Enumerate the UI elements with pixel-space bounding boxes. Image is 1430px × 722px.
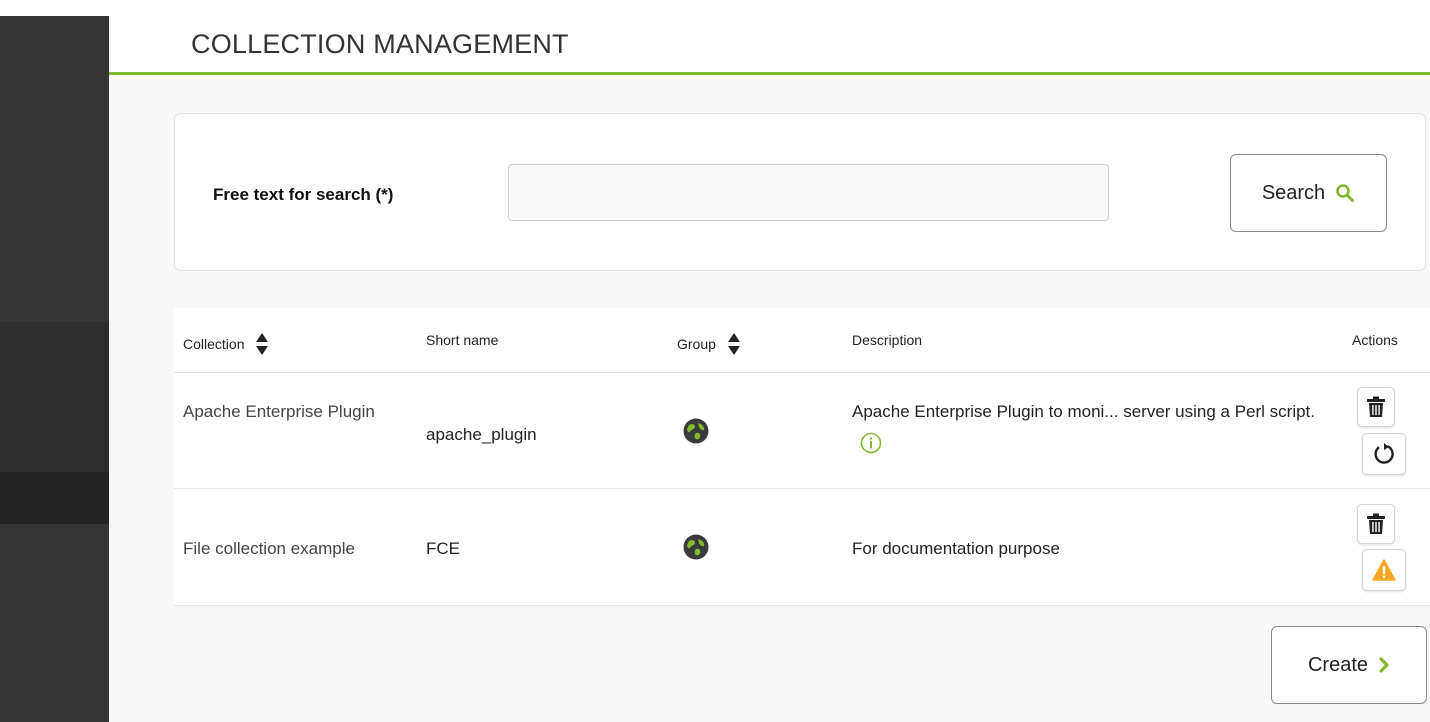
page-title: COLLECTION MANAGEMENT: [191, 29, 569, 59]
search-label: Free text for search (*): [213, 185, 394, 204]
delete-button[interactable]: [1357, 504, 1395, 544]
collections-table: Collection Short name Group Description …: [174, 308, 1430, 606]
refresh-button[interactable]: [1362, 433, 1406, 475]
collection-name[interactable]: File collection example: [183, 534, 423, 564]
table-row: Apache Enterprise Plugin apache_plugin A…: [174, 373, 1430, 489]
search-icon: [1336, 184, 1355, 202]
globe-icon: [683, 418, 709, 444]
chevron-right-icon: [1379, 657, 1389, 673]
description: For documentation purpose: [852, 539, 1060, 558]
top-strip: [109, 0, 1430, 16]
column-header-actions: Actions: [1352, 332, 1398, 348]
collection-name[interactable]: Apache Enterprise Plugin: [183, 397, 383, 427]
search-panel: Free text for search (*) Search: [174, 113, 1426, 271]
warning-button[interactable]: [1362, 549, 1406, 591]
delete-button[interactable]: [1357, 387, 1395, 427]
column-header-group[interactable]: Group: [677, 332, 740, 356]
trash-icon: [1367, 513, 1385, 534]
column-header-collection[interactable]: Collection: [183, 332, 269, 356]
warning-icon: [1372, 559, 1396, 581]
description: Apache Enterprise Plugin to moni... serv…: [852, 397, 1332, 457]
sort-icon[interactable]: [727, 332, 740, 356]
create-button[interactable]: Create: [1271, 626, 1427, 704]
search-button[interactable]: Search: [1230, 154, 1387, 232]
sort-icon[interactable]: [256, 332, 269, 356]
sidebar-section[interactable]: [0, 322, 109, 472]
search-button-label: Search: [1261, 181, 1326, 204]
table-row: File collection example FCE For document…: [174, 489, 1430, 606]
refresh-icon: [1374, 443, 1394, 464]
sidebar-top-strip: [0, 0, 109, 16]
short-name: FCE: [426, 539, 460, 558]
search-input[interactable]: [508, 164, 1109, 221]
globe-icon: [683, 534, 709, 560]
sidebar: [0, 0, 109, 722]
column-header-short-name: Short name: [426, 332, 499, 348]
sidebar-active-item[interactable]: [0, 472, 109, 524]
column-header-description: Description: [852, 332, 923, 348]
page-header: COLLECTION MANAGEMENT: [109, 16, 1430, 75]
info-icon[interactable]: [860, 432, 882, 454]
short-name: apache_plugin: [426, 425, 537, 444]
create-button-label: Create: [1307, 653, 1369, 676]
trash-icon: [1367, 396, 1385, 417]
table-header: Collection Short name Group Description …: [174, 308, 1430, 373]
